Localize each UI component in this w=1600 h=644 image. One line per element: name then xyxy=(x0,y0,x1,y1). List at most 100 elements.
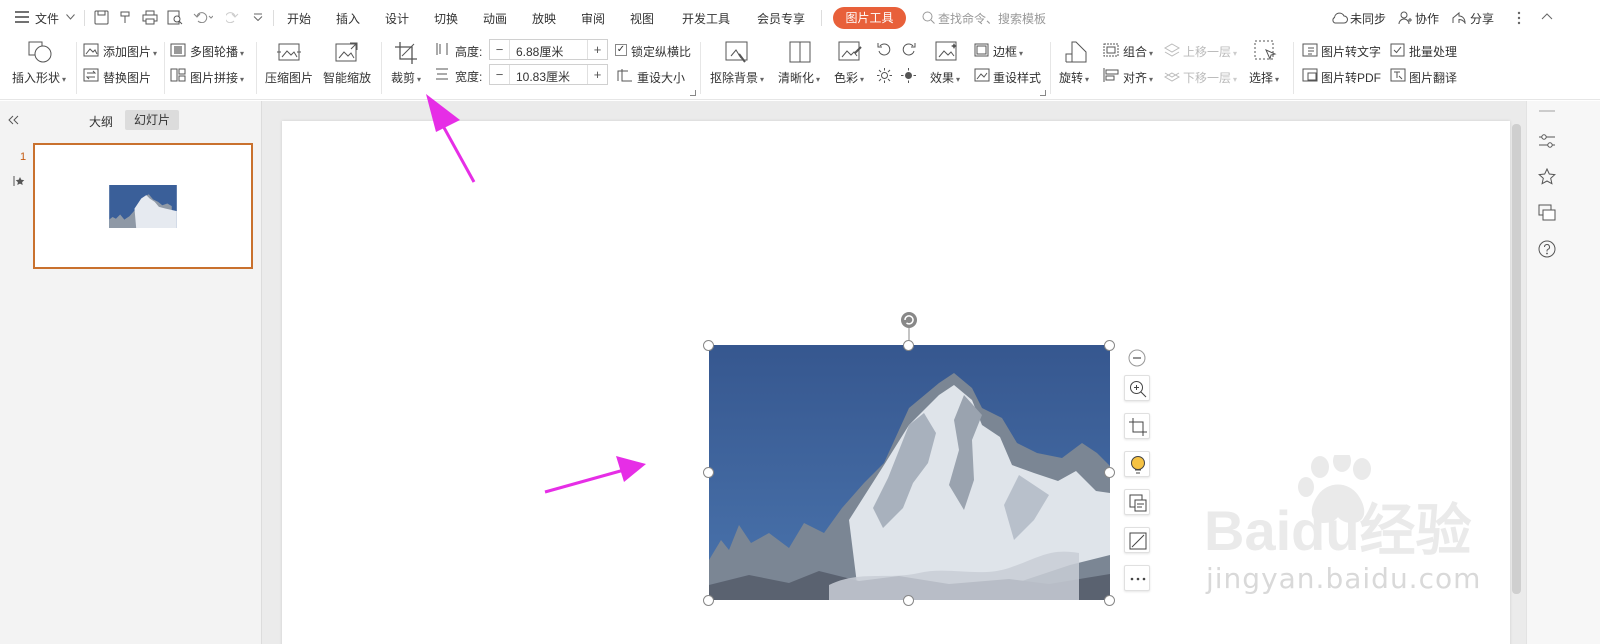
collapse-toolbar-icon[interactable] xyxy=(1128,349,1146,367)
selected-mountain-picture[interactable] xyxy=(709,345,1110,600)
rotate-icon[interactable] xyxy=(1064,40,1088,64)
tab-insert[interactable]: 插入 xyxy=(336,10,360,27)
group-icon[interactable] xyxy=(1103,43,1119,57)
tab-slideshow[interactable]: 放映 xyxy=(532,10,556,27)
resize-handle-top[interactable] xyxy=(903,340,914,351)
search-icon[interactable] xyxy=(922,11,935,24)
animation-star-icon[interactable] xyxy=(1538,168,1556,186)
batch-process-icon[interactable] xyxy=(1390,43,1405,57)
slide-thumbnail[interactable] xyxy=(33,143,253,269)
lock-aspect-label[interactable]: 锁定纵横比 xyxy=(631,43,691,60)
share-icon[interactable] xyxy=(1452,11,1466,24)
height-stepper[interactable]: − 6.88厘米 + xyxy=(489,39,608,60)
resize-handle-left[interactable] xyxy=(703,467,714,478)
resize-handle-bottom[interactable] xyxy=(903,595,914,606)
replace-picture-button[interactable]: 替换图片 xyxy=(103,69,151,86)
replace-picture-icon[interactable] xyxy=(83,68,99,82)
color-button[interactable]: 色彩 ▾ xyxy=(834,69,864,86)
print-icon[interactable] xyxy=(142,10,158,25)
rotate-button[interactable]: 旋转 ▾ xyxy=(1059,69,1089,86)
sync-status[interactable]: 未同步 xyxy=(1350,10,1386,27)
command-search-input[interactable]: 查找命令、搜索模板 xyxy=(938,10,1046,27)
slide-transition-icon[interactable] xyxy=(1538,204,1556,222)
effects-icon[interactable] xyxy=(935,41,959,63)
properties-sliders-icon[interactable] xyxy=(1538,133,1556,149)
compress-picture-icon[interactable] xyxy=(277,41,301,63)
vertical-scrollbar[interactable] xyxy=(1512,124,1521,594)
reset-style-icon[interactable] xyxy=(974,68,990,82)
rotate-left-icon[interactable] xyxy=(877,42,891,56)
tab-transition[interactable]: 切换 xyxy=(434,10,458,27)
align-icon[interactable] xyxy=(1103,68,1119,82)
tab-outline[interactable]: 大纲 xyxy=(89,113,113,130)
collapse-panel-icon[interactable] xyxy=(7,115,19,125)
add-picture-button[interactable]: 添加图片 ▾ xyxy=(103,43,157,60)
crop-button[interactable]: 裁剪 ▾ xyxy=(391,69,421,86)
tab-view[interactable]: 视图 xyxy=(630,10,654,27)
border-icon[interactable] xyxy=(974,43,989,57)
smart-scale-button[interactable]: 智能缩放 xyxy=(323,69,371,86)
help-icon[interactable] xyxy=(1538,240,1556,258)
lock-aspect-checkbox[interactable]: ✓ xyxy=(615,44,627,56)
resize-handle-bottom-left[interactable] xyxy=(703,595,714,606)
picture-to-pdf-icon[interactable] xyxy=(1302,68,1318,82)
color-icon[interactable] xyxy=(838,41,862,63)
tab-review[interactable]: 审阅 xyxy=(581,10,605,27)
resize-handle-top-right[interactable] xyxy=(1104,340,1115,351)
decrease-width-button[interactable]: − xyxy=(490,65,510,84)
cloud-sync-icon[interactable] xyxy=(1331,11,1348,24)
resize-handle-right[interactable] xyxy=(1104,467,1115,478)
reset-style-button[interactable]: 重设样式 xyxy=(993,69,1041,86)
carousel-icon[interactable] xyxy=(170,43,186,57)
picture-translate-button[interactable]: 图片翻译 xyxy=(1409,69,1457,86)
picture-to-pdf-button[interactable]: 图片转PDF xyxy=(1321,69,1381,86)
width-input[interactable]: 10.83厘米 xyxy=(516,68,570,85)
brightness-increase-icon[interactable] xyxy=(877,68,892,83)
dialog-launcher-icon[interactable] xyxy=(690,90,696,96)
decrease-height-button[interactable]: − xyxy=(490,40,510,59)
reset-size-icon[interactable] xyxy=(617,68,633,82)
file-menu[interactable]: 文件 xyxy=(35,10,59,27)
tab-slides[interactable]: 幻灯片 xyxy=(125,110,179,130)
select-button[interactable]: 选择 ▾ xyxy=(1249,69,1279,86)
reset-size-button[interactable]: 重设大小 xyxy=(637,69,685,86)
insert-shape-icon[interactable] xyxy=(28,40,54,64)
tab-animation[interactable]: 动画 xyxy=(483,10,507,27)
redo-icon[interactable] xyxy=(226,11,239,23)
effects-button[interactable]: 效果 ▾ xyxy=(930,69,960,86)
increase-width-button[interactable]: + xyxy=(587,65,607,84)
tab-design[interactable]: 设计 xyxy=(385,10,409,27)
height-input[interactable]: 6.88厘米 xyxy=(516,43,563,60)
brightness-decrease-icon[interactable] xyxy=(901,68,916,83)
select-icon[interactable] xyxy=(1254,40,1278,64)
more-vertical-icon[interactable] xyxy=(1517,11,1521,25)
share-button[interactable]: 分享 xyxy=(1470,10,1494,27)
sharpen-icon[interactable] xyxy=(789,41,811,63)
tab-developer[interactable]: 开发工具 xyxy=(682,10,730,27)
remove-background-button[interactable]: 抠除背景 ▾ xyxy=(710,69,764,86)
crop-picture-button[interactable] xyxy=(1124,413,1150,439)
save-icon[interactable] xyxy=(94,10,109,25)
format-painter-icon[interactable] xyxy=(118,10,133,25)
tab-home[interactable]: 开始 xyxy=(287,10,311,27)
remove-background-icon[interactable] xyxy=(725,41,749,63)
more-options-button[interactable] xyxy=(1124,565,1150,591)
resize-handle-top-left[interactable] xyxy=(703,340,714,351)
width-stepper[interactable]: − 10.83厘米 + xyxy=(489,64,608,85)
add-picture-icon[interactable] xyxy=(83,43,99,57)
tab-picture-tools[interactable]: 图片工具 xyxy=(833,7,906,29)
insert-shape-button[interactable]: 插入形状 ▾ xyxy=(12,69,66,86)
rotate-right-icon[interactable] xyxy=(902,42,916,56)
compress-picture-button[interactable]: 压缩图片 xyxy=(265,69,313,86)
collapse-ribbon-icon[interactable] xyxy=(1541,12,1553,20)
collage-icon[interactable] xyxy=(170,68,186,82)
print-preview-icon[interactable] xyxy=(167,10,183,25)
quick-access-more-icon[interactable] xyxy=(253,13,263,21)
chevron-down-icon[interactable] xyxy=(66,14,75,20)
resize-handle-bottom-right[interactable] xyxy=(1104,595,1115,606)
picture-collage-button[interactable]: 图片拼接 ▾ xyxy=(190,69,244,86)
sharpen-button[interactable]: 清晰化 ▾ xyxy=(778,69,820,86)
picture-to-text-button[interactable]: 图片转文字 xyxy=(1321,43,1381,60)
picture-translate-icon[interactable] xyxy=(1390,68,1406,82)
picture-to-text-icon[interactable] xyxy=(1302,43,1318,57)
